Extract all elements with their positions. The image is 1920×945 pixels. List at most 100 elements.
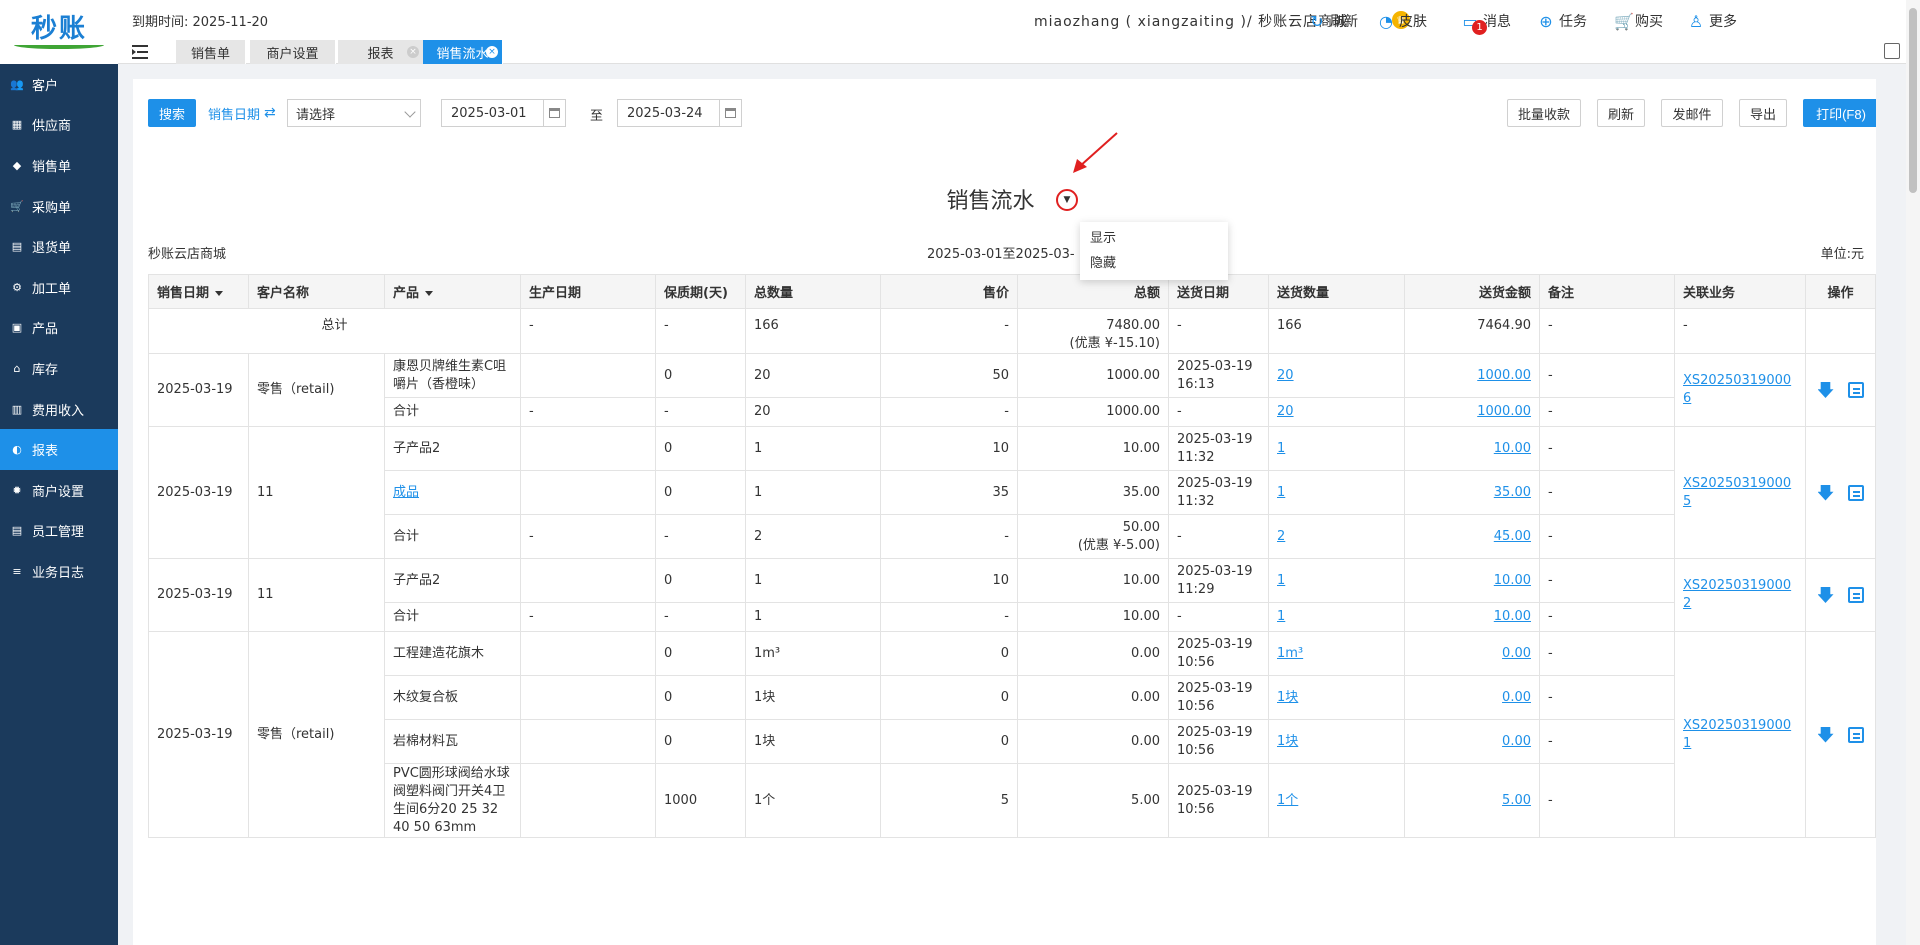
filter-select[interactable]: 请选择: [287, 99, 421, 127]
delivery-qty-text[interactable]: 1块: [1277, 734, 1298, 749]
export-button[interactable]: 导出: [1739, 99, 1787, 127]
calendar-icon[interactable]: [719, 100, 741, 126]
related-order-text[interactable]: XS20250319000 6: [1683, 373, 1791, 406]
remark-text: -: [1548, 792, 1553, 808]
end-date-input[interactable]: 2025-03-24: [617, 99, 742, 127]
report-title: 销售流水: [133, 183, 1876, 215]
detail-icon[interactable]: [1847, 382, 1864, 398]
related-order-text[interactable]: XS20250319000 2: [1683, 578, 1791, 611]
subtotal-label: 合计: [384, 602, 521, 632]
actions: [1805, 308, 1876, 354]
delivery-icon[interactable]: [1817, 382, 1834, 398]
header-button[interactable]: ⊕ 任务: [1538, 10, 1587, 32]
delivery-qty-text[interactable]: 20: [1277, 404, 1294, 419]
sidebar-item[interactable]: ▦ 供应商: [0, 105, 118, 146]
date-type-switch[interactable]: 销售日期 ⇄: [208, 99, 276, 127]
quantity-text: 1: [754, 609, 763, 624]
delivery-amount-text[interactable]: 0.00: [1502, 690, 1531, 705]
detail-icon[interactable]: [1847, 587, 1864, 603]
customer: 零售（retail): [248, 353, 385, 427]
delivery-qty-text[interactable]: 2: [1277, 529, 1285, 544]
delivery-amount-text[interactable]: 1000.00: [1477, 368, 1531, 383]
sidebar-item[interactable]: ≡ 业务日志: [0, 551, 118, 592]
window-icon[interactable]: [1884, 43, 1900, 59]
scrollbar-thumb[interactable]: [1909, 8, 1917, 193]
sidebar-item[interactable]: 👥 客户: [0, 64, 118, 105]
tab[interactable]: 报表 ×: [338, 40, 424, 64]
delivery-qty-text[interactable]: 1块: [1277, 690, 1298, 705]
header-button[interactable]: ♙ 更多: [1688, 10, 1737, 32]
product-text[interactable]: 成品: [393, 485, 419, 500]
delivery-qty-text[interactable]: 1个: [1277, 793, 1298, 808]
dropdown-option[interactable]: 隐藏: [1080, 251, 1228, 276]
sidebar-item[interactable]: ⌂ 库存: [0, 348, 118, 389]
sidebar-item[interactable]: ▣ 产品: [0, 308, 118, 349]
column-header[interactable]: 销售日期: [148, 274, 249, 309]
header-button-label: 皮肤: [1399, 14, 1427, 30]
delivery-qty-text[interactable]: 1m³: [1277, 646, 1303, 661]
sidebar-item[interactable]: ▤ 员工管理: [0, 511, 118, 552]
delivery-amount-text[interactable]: 1000.00: [1477, 404, 1531, 419]
start-date-input[interactable]: 2025-03-01: [441, 99, 566, 127]
dropdown-option[interactable]: 显示: [1080, 226, 1228, 251]
tab[interactable]: 销售单: [176, 40, 246, 64]
sidebar-item[interactable]: ▤ 退货单: [0, 226, 118, 267]
sidebar-item[interactable]: ▥ 费用收入: [0, 389, 118, 430]
sort-caret-icon[interactable]: [215, 291, 224, 296]
sidebar-item[interactable]: 🛒 采购单: [0, 186, 118, 227]
refresh-button[interactable]: 刷新: [1597, 99, 1645, 127]
print-button[interactable]: 打印(F8): [1803, 99, 1876, 127]
header-button[interactable]: 🛒 购买: [1614, 10, 1663, 32]
delivery-qty-text[interactable]: 1: [1277, 485, 1285, 500]
title-dropdown-toggle[interactable]: ▼: [1056, 189, 1078, 211]
send-email-button[interactable]: 发邮件: [1661, 99, 1723, 127]
related-order-text[interactable]: XS20250319000 5: [1683, 476, 1791, 509]
delivery-qty-text[interactable]: 20: [1277, 368, 1294, 383]
tab-label: 商户设置: [266, 46, 319, 62]
menu-toggle-icon[interactable]: [132, 44, 148, 60]
delivery-icon[interactable]: [1817, 587, 1834, 603]
tab[interactable]: 商户设置: [250, 40, 336, 64]
detail-icon[interactable]: [1847, 484, 1864, 501]
delivery-amount-text[interactable]: 35.00: [1494, 485, 1531, 500]
search-button[interactable]: 搜索: [148, 99, 196, 127]
delivery-date-text: -: [1177, 404, 1182, 419]
column-header: 保质期(天): [655, 274, 746, 309]
delivery-qty-text[interactable]: 1: [1277, 609, 1285, 624]
delivery-qty-text[interactable]: 1: [1277, 441, 1285, 456]
delivery-icon[interactable]: [1817, 484, 1834, 501]
sort-caret-icon[interactable]: [425, 291, 434, 296]
delivery-amount-text[interactable]: 45.00: [1494, 529, 1531, 544]
table-row: 木纹复合板 0 1块 0 0.00 2025-03-19 10:56 1块 0.00 -: [149, 675, 1876, 720]
remark: -: [1539, 426, 1675, 471]
related-order-text[interactable]: XS20250319000 1: [1683, 718, 1791, 751]
column-header: 总数量: [745, 274, 881, 309]
close-icon[interactable]: ×: [407, 46, 419, 58]
delivery-amount-text[interactable]: 5.00: [1502, 793, 1531, 808]
delivery-amount-text[interactable]: 0.00: [1502, 734, 1531, 749]
delivery-amount-text[interactable]: 10.00: [1494, 609, 1531, 624]
production-date-text: -: [529, 528, 534, 544]
sidebar-item[interactable]: ⚙ 加工单: [0, 267, 118, 308]
batch-collect-button[interactable]: 批量收款: [1507, 99, 1581, 127]
delivery-amount-text[interactable]: 0.00: [1502, 646, 1531, 661]
production-date: -: [520, 602, 656, 632]
column-header[interactable]: 产品: [384, 274, 521, 309]
delivery-icon[interactable]: [1817, 726, 1834, 743]
detail-icon[interactable]: [1847, 726, 1864, 743]
header-button[interactable]: ▭ 消息 1: [1462, 10, 1511, 35]
delivery-amount-text[interactable]: 10.00: [1494, 441, 1531, 456]
sidebar-item[interactable]: ◆ 销售单: [0, 145, 118, 186]
sidebar-item[interactable]: ◐ 报表: [0, 429, 118, 470]
close-icon[interactable]: ×: [486, 46, 498, 58]
tab[interactable]: 销售流水 ×: [423, 40, 503, 64]
delivery-amount-text[interactable]: 10.00: [1494, 573, 1531, 588]
shelf-life-text: 0: [664, 733, 673, 749]
sidebar-item[interactable]: ✹ 商户设置: [0, 470, 118, 511]
total-label: 总计: [148, 308, 521, 354]
delivery-qty-text[interactable]: 1: [1277, 573, 1285, 588]
header-button[interactable]: ↻ 刷新: [1309, 10, 1358, 32]
calendar-icon[interactable]: [543, 100, 565, 126]
header-button[interactable]: ◔ 皮肤: [1378, 10, 1427, 32]
vertical-scrollbar[interactable]: [1906, 0, 1920, 945]
